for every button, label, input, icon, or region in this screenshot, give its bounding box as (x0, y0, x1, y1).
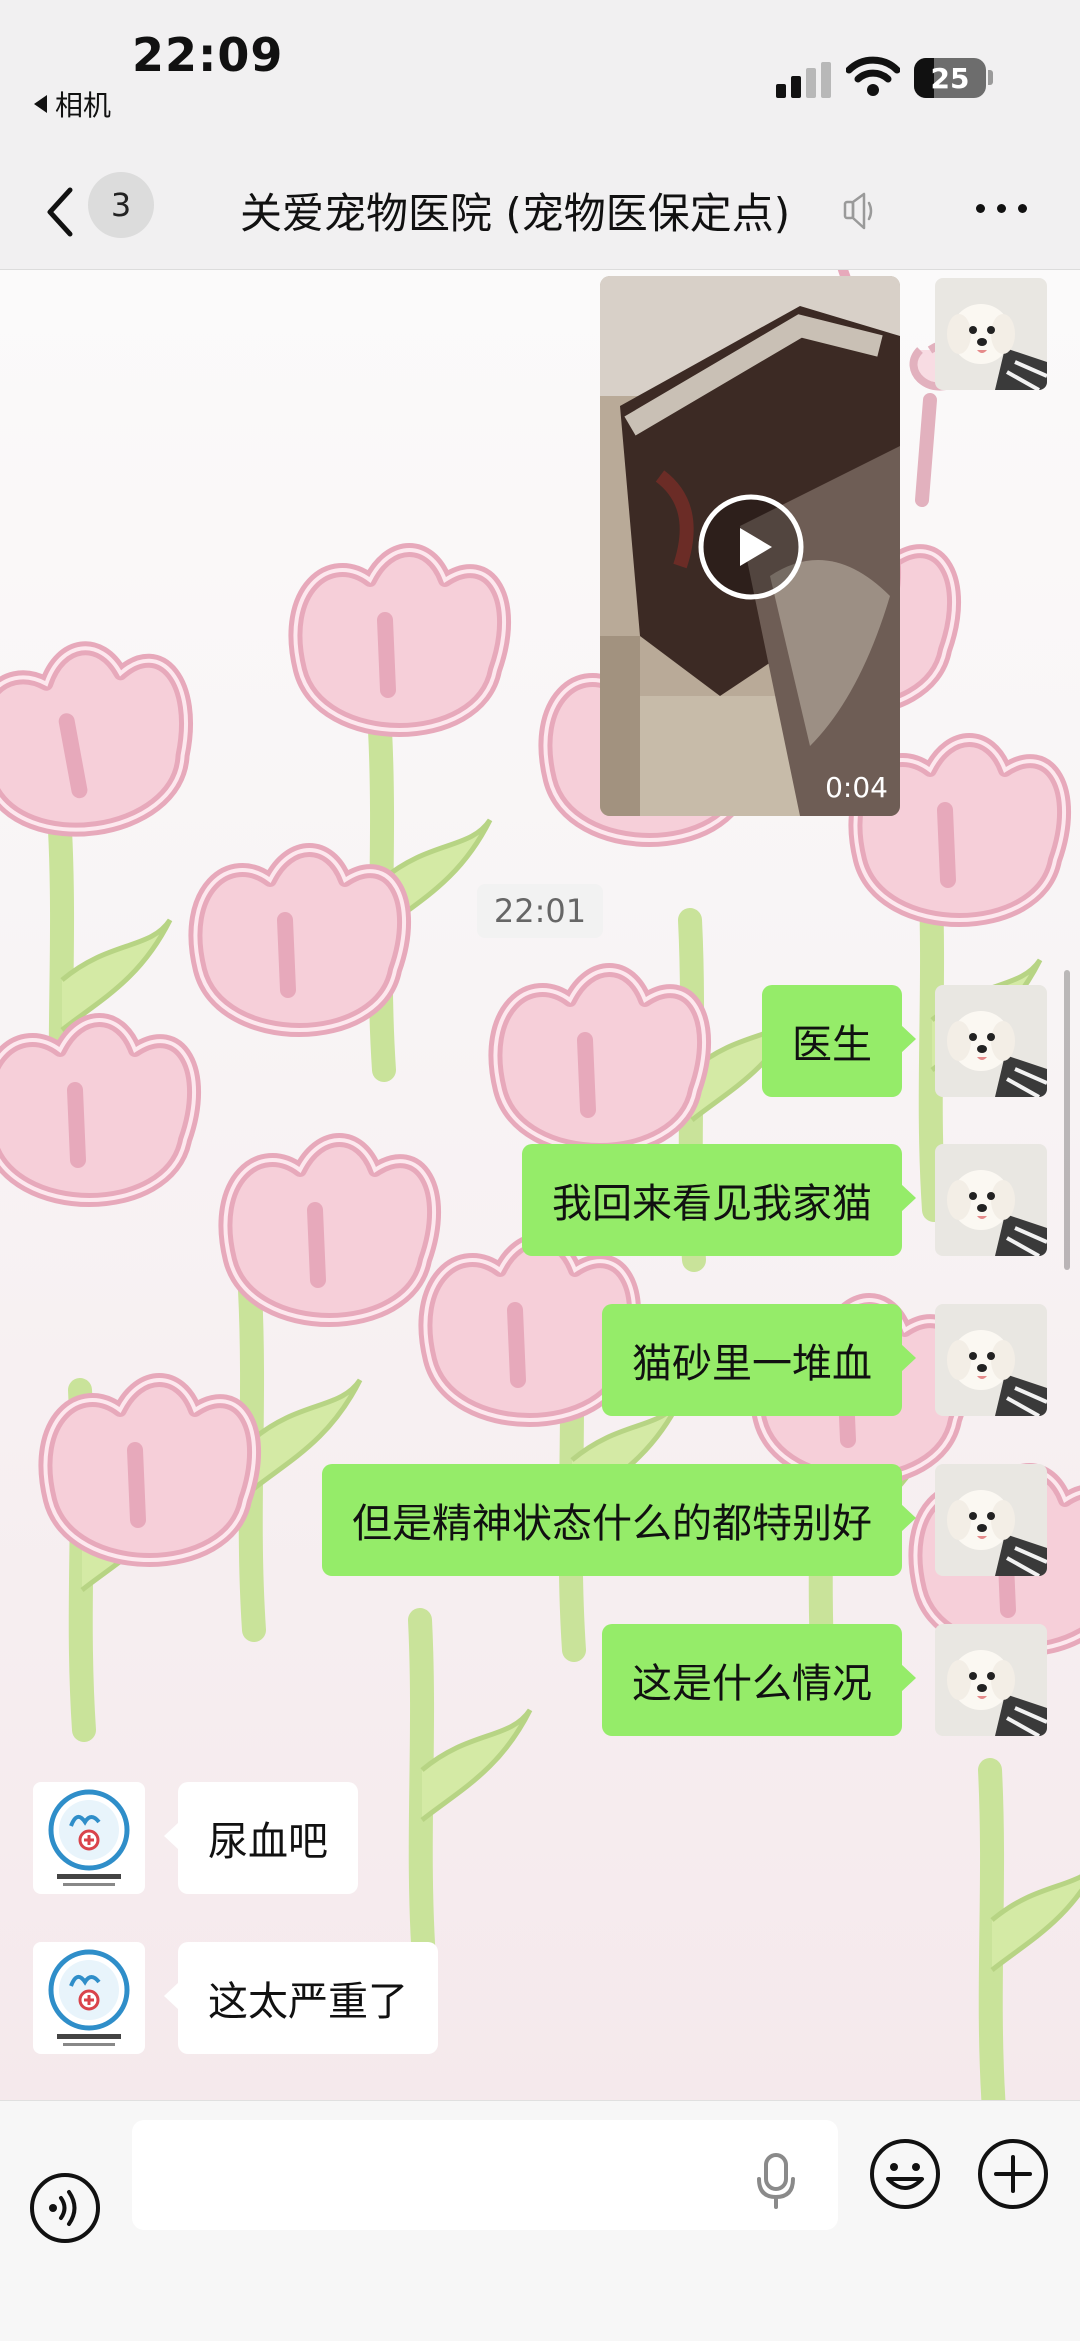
message-text: 但是精神状态什么的都特别好 (352, 1501, 872, 1547)
message-bubble-them[interactable]: 尿血吧 (164, 1782, 358, 1894)
back-triangle-icon (34, 95, 47, 113)
dog-avatar-image (935, 1464, 1047, 1576)
my-avatar[interactable] (935, 278, 1047, 390)
signal-icon (776, 62, 834, 98)
more-icon[interactable] (972, 200, 1032, 216)
message-bubble-me[interactable]: 医生 (762, 985, 916, 1097)
my-avatar[interactable] (935, 985, 1047, 1097)
back-to-app-link[interactable]: 相机 (34, 84, 111, 124)
video-duration: 0:04 (825, 771, 888, 804)
emoji-icon[interactable] (868, 2137, 942, 2211)
status-bar: 22:09 相机 25 (0, 0, 1080, 160)
battery-icon: 25 (914, 58, 986, 98)
chat-title[interactable]: 关爱宠物医院 (宠物医保定点) (240, 180, 790, 241)
hospital-logo-icon (33, 1942, 145, 2054)
input-bar (0, 2100, 1080, 2341)
battery-level: 25 (930, 61, 970, 95)
plus-icon[interactable] (976, 2137, 1050, 2211)
chat-area[interactable]: 0:04 22:01 医生 我回来看见我家猫 猫砂里一堆血 但是精神状态什么的都… (0, 270, 1080, 2100)
message-bubble-me[interactable]: 但是精神状态什么的都特别好 (322, 1464, 916, 1576)
battery-cap (988, 70, 993, 85)
chevron-left-icon[interactable] (40, 182, 80, 242)
back-app-label: 相机 (55, 89, 112, 122)
dog-avatar-image (935, 1144, 1047, 1256)
my-avatar[interactable] (935, 1624, 1047, 1736)
voice-toggle-icon[interactable] (28, 2171, 102, 2245)
message-bubble-them[interactable]: 这太严重了 (164, 1942, 438, 2054)
message-text: 这太严重了 (208, 1979, 408, 2025)
message-bubble-me[interactable]: 我回来看见我家猫 (522, 1144, 916, 1256)
message-text: 尿血吧 (208, 1819, 328, 1865)
status-time: 22:09 (132, 28, 284, 82)
message-bubble-me[interactable]: 猫砂里一堆血 (602, 1304, 916, 1416)
hospital-logo-icon (33, 1782, 145, 1894)
dog-avatar-image (935, 985, 1047, 1097)
video-message[interactable]: 0:04 (600, 276, 900, 816)
chat-header: 3 关爱宠物医院 (宠物医保定点) (0, 160, 1080, 270)
time-divider: 22:01 (477, 884, 603, 938)
message-text: 医生 (792, 1022, 872, 1068)
unread-count-badge[interactable]: 3 (88, 172, 154, 238)
message-bubble-me[interactable]: 这是什么情况 (602, 1624, 916, 1736)
microphone-icon[interactable] (754, 2151, 798, 2211)
scroll-indicator[interactable] (1064, 970, 1070, 1270)
dog-avatar-image (935, 1304, 1047, 1416)
message-text: 这是什么情况 (632, 1661, 872, 1707)
hospital-avatar[interactable] (33, 1782, 145, 1894)
message-input[interactable] (132, 2120, 838, 2230)
my-avatar[interactable] (935, 1464, 1047, 1576)
play-icon[interactable] (696, 492, 806, 602)
message-text: 我回来看见我家猫 (552, 1181, 872, 1227)
dog-avatar-image (935, 278, 1047, 390)
wifi-icon (846, 56, 900, 96)
my-avatar[interactable] (935, 1304, 1047, 1416)
speaker-muted-icon (843, 192, 873, 230)
dog-avatar-image (935, 1624, 1047, 1736)
message-text: 猫砂里一堆血 (632, 1341, 872, 1387)
hospital-avatar[interactable] (33, 1942, 145, 2054)
my-avatar[interactable] (935, 1144, 1047, 1256)
